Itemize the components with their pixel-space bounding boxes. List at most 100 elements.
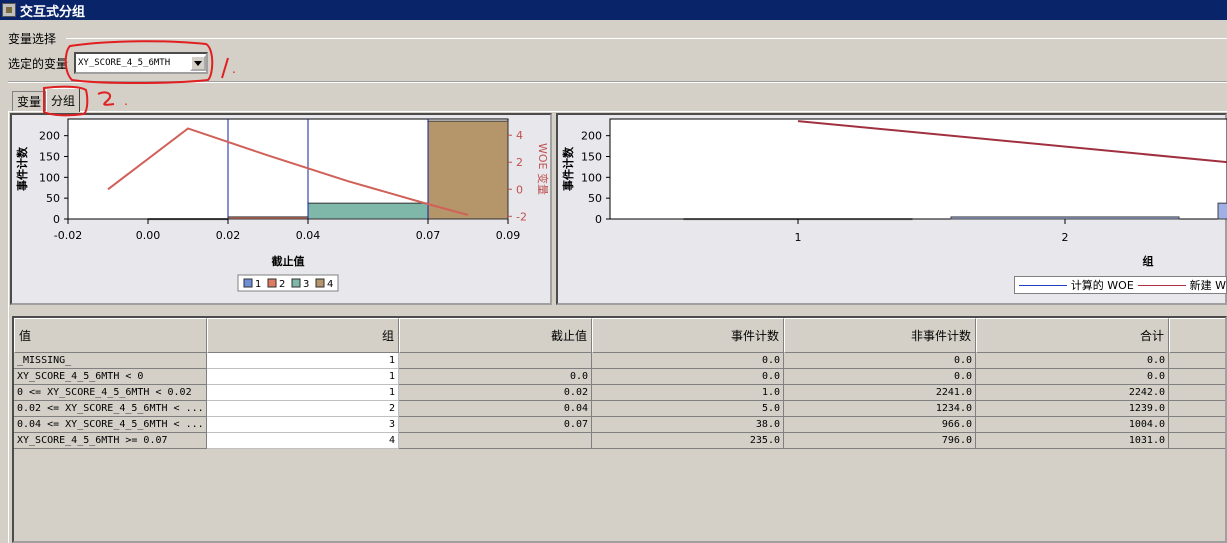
legend-label-1: 1 — [255, 279, 261, 290]
legend-swatch-2 — [267, 278, 277, 288]
x-tick-label: 0.02 — [216, 229, 241, 242]
section-separator — [8, 81, 1227, 83]
bar-group-4 — [427, 120, 509, 220]
x-tick-label: 0.04 — [296, 229, 321, 242]
cell-value: XY_SCORE_4_5_6MTH >= 0.07 — [14, 433, 207, 449]
tab-grouping[interactable]: 分组 — [46, 88, 81, 112]
cell-nonevent-count: 966.0 — [784, 417, 976, 433]
col-header-value[interactable]: 值 — [14, 318, 207, 353]
col-header-group-label: 组 — [381, 329, 394, 343]
x-tick-label: 0.09 — [496, 229, 521, 242]
cutoff-chart-panel: 200 150 100 50 0 4 2 0 -2 -0.02 0.00 0.02 0.04 0.07 0.… — [10, 113, 552, 305]
cell-group[interactable]: 4 — [207, 433, 399, 449]
bar-group-3 — [307, 202, 429, 220]
y-tick-label: 200 — [39, 130, 60, 143]
cell-nonevent-count: 0.0 — [784, 369, 976, 385]
selected-variable-dropdown[interactable]: XY_SCORE_4_5_6MTH — [74, 52, 208, 74]
cell-event-count: 0.0 — [592, 369, 784, 385]
y-tick-label: 0 — [53, 213, 60, 226]
cell-extra — [1169, 401, 1225, 417]
cell-group[interactable]: 1 — [207, 353, 399, 369]
table-row[interactable]: 0.04 <= XY_SCORE_4_5_6MTH < ... 3 0.07 38.0… — [14, 417, 1225, 433]
cell-cutoff — [399, 353, 592, 369]
col-header-group[interactable]: 组 — [207, 318, 399, 353]
cell-group[interactable]: 3 — [207, 417, 399, 433]
table-row[interactable]: XY_SCORE_4_5_6MTH < 0 1 0.0 0.0 0.0 0.0 — [14, 369, 1225, 385]
cell-extra — [1169, 433, 1225, 449]
col-header-extra[interactable] — [1169, 318, 1225, 353]
legend-label-4: 4 — [327, 279, 333, 290]
col-header-total-label: 合计 — [1139, 329, 1164, 343]
window-title: 交互式分组 — [20, 4, 86, 20]
cell-value: 0.04 <= XY_SCORE_4_5_6MTH < ... — [14, 417, 207, 433]
table-row[interactable]: XY_SCORE_4_5_6MTH >= 0.07 4 235.0 796.0 1031… — [14, 433, 1225, 449]
y-tick-label: 100 — [39, 171, 60, 184]
col-header-cutoff[interactable]: 截止值 — [399, 318, 592, 353]
y2-tick-label: 0 — [516, 183, 523, 196]
cell-value: 0 <= XY_SCORE_4_5_6MTH < 0.02 — [14, 385, 207, 401]
y2-tick-label: 4 — [516, 129, 523, 142]
selected-variable-label: 选定的变量 — [8, 57, 69, 71]
annotation-dot-2: . — [124, 94, 128, 108]
legend-label-3: 3 — [303, 279, 309, 290]
cell-cutoff: 0.04 — [399, 401, 592, 417]
cell-total: 1004.0 — [976, 417, 1169, 433]
cutoff-chart: 200 150 100 50 0 4 2 0 -2 -0.02 0.00 0.02 0.04 0.07 0.… — [15, 118, 550, 292]
cell-total: 2242.0 — [976, 385, 1169, 401]
cell-nonevent-count: 1234.0 — [784, 401, 976, 417]
cell-total: 1031.0 — [976, 433, 1169, 449]
col-header-total[interactable]: 合计 — [976, 318, 1169, 353]
annotation-dot-1: . — [232, 62, 236, 76]
cell-extra — [1169, 385, 1225, 401]
cell-group[interactable]: 1 — [207, 369, 399, 385]
bar-group-1 — [147, 218, 229, 221]
legend-swatch-4 — [315, 278, 325, 288]
cell-group[interactable]: 1 — [207, 385, 399, 401]
x-tick-label: 0.07 — [416, 229, 441, 242]
app-icon — [2, 3, 16, 17]
legend-swatch-3 — [291, 278, 301, 288]
legend-label-computed-woe: 计算的 WOE — [1070, 279, 1134, 292]
legend-line-new-woe — [1137, 284, 1186, 286]
col-header-nonevent-count[interactable]: 非事件计数 — [784, 318, 976, 353]
cell-cutoff: 0.07 — [399, 417, 592, 433]
annotation-mark-1 — [221, 57, 229, 79]
cell-event-count: 0.0 — [592, 353, 784, 369]
table-row[interactable]: 0 <= XY_SCORE_4_5_6MTH < 0.02 1 0.02 1.0 224… — [14, 385, 1225, 401]
y-axis-label: 事件计数 — [15, 146, 29, 191]
legend-swatch-1 — [243, 278, 253, 288]
tab-variable[interactable]: 变量 — [12, 91, 47, 111]
title-bar: 交互式分组 — [0, 0, 1227, 20]
y-tick-label: 50 — [46, 192, 60, 205]
cell-total: 1239.0 — [976, 401, 1169, 417]
y2-axis-label: WOE 变量 — [536, 143, 550, 195]
bar-group-3 — [1217, 202, 1227, 220]
legend-label-2: 2 — [279, 279, 285, 290]
dropdown-arrow-button[interactable] — [190, 55, 206, 71]
col-header-nonevent-count-label: 非事件计数 — [910, 329, 971, 343]
y-tick-label: 200 — [581, 130, 602, 143]
table-row[interactable]: _MISSING_ 1 0.0 0.0 0.0 — [14, 353, 1225, 369]
cell-value: 0.02 <= XY_SCORE_4_5_6MTH < ... — [14, 401, 207, 417]
tab-variable-label: 变量 — [17, 95, 42, 109]
legend-label-new-woe: 新建 W — [1189, 279, 1226, 292]
cell-group[interactable]: 2 — [207, 401, 399, 417]
x-tick-label: 2 — [1062, 231, 1069, 244]
y-tick-label: 0 — [595, 213, 602, 226]
table-row[interactable]: 0.02 <= XY_SCORE_4_5_6MTH < ... 2 0.04 5.0 1… — [14, 401, 1225, 417]
selected-variable-value: XY_SCORE_4_5_6MTH — [78, 58, 171, 68]
y2-tick-label: 2 — [516, 156, 523, 169]
cell-event-count: 235.0 — [592, 433, 784, 449]
cell-nonevent-count: 0.0 — [784, 353, 976, 369]
group-divider — [66, 38, 1227, 39]
cell-value: XY_SCORE_4_5_6MTH < 0 — [14, 369, 207, 385]
col-header-event-count[interactable]: 事件计数 — [592, 318, 784, 353]
cell-event-count: 1.0 — [592, 385, 784, 401]
annotation-mark-2 — [97, 91, 115, 106]
x-axis-label: 组 — [1143, 254, 1154, 268]
cutoff-chart-legend: 1 2 3 4 — [237, 274, 339, 292]
cell-cutoff — [399, 433, 592, 449]
cell-extra — [1169, 417, 1225, 433]
chevron-down-icon — [194, 60, 202, 66]
legend-line-computed-woe — [1019, 284, 1067, 286]
